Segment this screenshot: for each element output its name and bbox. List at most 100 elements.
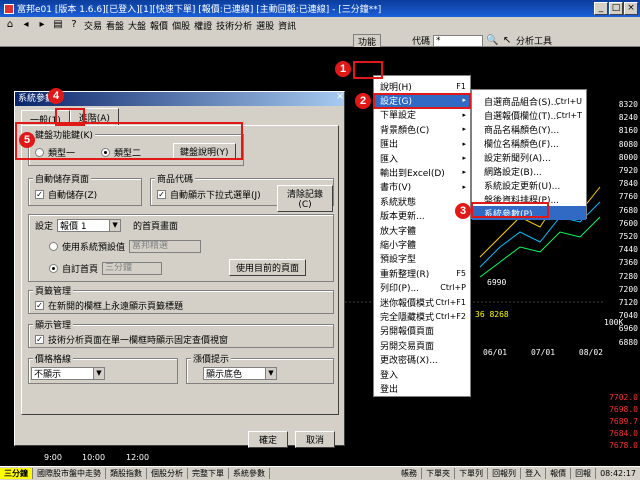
submenu-item[interactable]: 系統設定更新(U)...: [472, 178, 586, 192]
menu-item[interactable]: 迷你報價模式 Ctrl+F1: [374, 295, 470, 309]
menu-screener[interactable]: 選股: [256, 19, 274, 32]
chevron-down-icon[interactable]: ▼: [109, 220, 121, 231]
analysis-tools-button[interactable]: 分析工具: [516, 34, 552, 47]
submenu-item[interactable]: 商品名稱顏色(Y)...: [472, 122, 586, 136]
red-price-tick: 7678.0: [609, 441, 638, 450]
homepage-select[interactable]: 報價 1 ▼: [57, 219, 122, 232]
menu-item[interactable]: 下單設定 ▸: [374, 108, 470, 122]
menu-item[interactable]: 輸出到Excel(D) ▸: [374, 165, 470, 179]
menu-tech[interactable]: 技術分析: [216, 19, 252, 32]
submenu-item[interactable]: 自選報價欄位(T)... Ctrl+T: [472, 108, 586, 122]
menu-info[interactable]: 資訊: [278, 19, 296, 32]
submenu-item[interactable]: 網路設定(B)...: [472, 164, 586, 178]
custom-homepage-radio[interactable]: [49, 264, 58, 273]
menu-item[interactable]: 縮小字體: [374, 237, 470, 251]
menu-item-label: 放大字體: [380, 226, 417, 237]
submenu-item[interactable]: 欄位名稱顏色(F)...: [472, 136, 586, 150]
default-homepage-radio[interactable]: [49, 242, 58, 251]
search-icon[interactable]: 🔍: [486, 35, 498, 47]
axis-tick: 7520: [618, 232, 638, 241]
status-right-item[interactable]: 登入: [521, 468, 547, 479]
red-price-tick: 7689.7: [609, 417, 638, 426]
back-icon[interactable]: ◂: [20, 19, 32, 31]
forward-icon[interactable]: ▸: [36, 19, 48, 31]
auto-dropdown-row[interactable]: ✓ 自動顯示下拉式選單(J): [157, 188, 261, 201]
menu-trade[interactable]: 交易: [84, 19, 102, 32]
status-tab[interactable]: 國際股市盤中走勢: [33, 468, 106, 479]
status-right-item[interactable]: 報價: [546, 468, 572, 479]
menu-item[interactable]: 另開報價頁面: [374, 324, 470, 338]
use-current-page-button[interactable]: 使用目前的頁面: [229, 259, 307, 276]
auto-dropdown-checkbox[interactable]: ✓: [157, 190, 166, 199]
display-checkbox[interactable]: ✓: [35, 335, 44, 344]
close-icon[interactable]: ×: [336, 92, 346, 102]
status-right-item[interactable]: 帳務: [397, 468, 423, 479]
menu-item[interactable]: 預設字型: [374, 252, 470, 266]
menu-item[interactable]: 另開交易頁面: [374, 338, 470, 352]
code-input[interactable]: *: [433, 34, 484, 47]
clear-history-button[interactable]: 清除記錄(C): [277, 185, 333, 212]
status-tab[interactable]: 完整下單: [188, 468, 229, 479]
date-tick: 07/01: [530, 348, 556, 357]
menu-item[interactable]: 重新整理(R) F5: [374, 266, 470, 280]
status-right-item[interactable]: 回報: [571, 468, 597, 479]
up-down-group: 漲價提示 顯示底色 ▼: [186, 352, 334, 384]
homepage-default-row[interactable]: 使用系統預設值 富邦精選: [49, 240, 202, 253]
menu-stock[interactable]: 個股: [172, 19, 190, 32]
menu-item[interactable]: 匯入 ▸: [374, 151, 470, 165]
price-grid-select[interactable]: 不顯示 ▼: [31, 367, 105, 380]
menu-item[interactable]: 書市(V) ▸: [374, 180, 470, 194]
menu-item-shortcut: Ctrl+P: [440, 283, 466, 293]
menu-market[interactable]: 大盤: [128, 19, 146, 32]
status-tab[interactable]: 類股指數: [106, 468, 147, 479]
volume-annotation: 36 8268: [475, 310, 509, 319]
close-window-button[interactable]: ×: [624, 2, 638, 15]
menu-quote[interactable]: 報價: [150, 19, 168, 32]
title-bar: 富邦e01 [版本 1.6.6][已登入][1][快速下單] [報價:已連線] …: [0, 0, 640, 17]
up-down-select[interactable]: 顯示底色 ▼: [203, 367, 277, 380]
display-label: 顯示管理: [33, 318, 74, 331]
submenu-item[interactable]: 設定新聞列(A)...: [472, 150, 586, 164]
help-icon[interactable]: ?: [68, 19, 80, 31]
submenu-item-label: 設定新聞列(A)...: [484, 153, 551, 164]
minimize-button[interactable]: _: [594, 2, 608, 15]
menu-item[interactable]: 登出: [374, 381, 470, 395]
display-row[interactable]: ✓ 技術分析頁面在單一欄框時顯示固定查價視窗: [35, 333, 228, 346]
status-tab[interactable]: 個股分析: [147, 468, 188, 479]
homepage-select-value: 報價 1: [60, 222, 87, 232]
menu-item[interactable]: 列印(P)... Ctrl+P: [374, 281, 470, 295]
auto-save-row[interactable]: ✓ 自動儲存(Z): [35, 188, 97, 201]
menu-watch[interactable]: 看盤: [106, 19, 124, 32]
volume-axis-label: 100K: [604, 318, 624, 327]
cancel-button[interactable]: 取消: [295, 431, 335, 448]
status-right-item[interactable]: 下單夾: [422, 468, 456, 479]
price-annotation: 6990: [487, 278, 507, 287]
menu-item[interactable]: 背景顏色(C) ▸: [374, 122, 470, 136]
menu-item[interactable]: 更改密碼(X)...: [374, 353, 470, 367]
toolbar: ⌂ ◂ ▸ ▤ ? 交易 看盤 大盤 報價 個股 權證 技術分析 選股 資訊 功…: [0, 17, 640, 49]
homepage-custom-row[interactable]: 自訂首頁 三分鐘: [49, 262, 163, 275]
chevron-down-icon[interactable]: ▼: [265, 368, 276, 379]
submenu-item[interactable]: 自選商品組合(S)... Ctrl+U: [472, 94, 586, 108]
status-right-item[interactable]: 下單列: [455, 468, 489, 479]
home-icon[interactable]: ⌂: [4, 19, 16, 31]
page-tab-row[interactable]: ✓ 在新開的欄框上永遠顯示頁籤標題: [35, 299, 183, 312]
ok-button[interactable]: 確定: [248, 431, 288, 448]
print-icon[interactable]: ▤: [52, 19, 64, 31]
maximize-button[interactable]: □: [609, 2, 623, 15]
auto-save-checkbox[interactable]: ✓: [35, 190, 44, 199]
pointer-icon[interactable]: ↖: [501, 35, 513, 47]
menu-item[interactable]: 放大字體: [374, 223, 470, 237]
advanced-tab-pane: 鍵盤功能鍵(K) 類型一 類型二 鍵盤說明(Y) 自動儲存頁面 ✓ 自動儲存(Z…: [21, 125, 339, 415]
chevron-down-icon[interactable]: ▼: [93, 368, 104, 379]
menu-item[interactable]: 匯出 ▸: [374, 137, 470, 151]
menu-item[interactable]: 說明(H) F1: [374, 79, 470, 93]
page-tab-checkbox[interactable]: ✓: [35, 301, 44, 310]
menu-warrant[interactable]: 權證: [194, 19, 212, 32]
status-tab[interactable]: 系統參數: [229, 468, 270, 479]
menu-item-label: 登入: [380, 370, 399, 381]
status-right-item[interactable]: 回報列: [488, 468, 522, 479]
menu-item[interactable]: 登入: [374, 367, 470, 381]
menu-item[interactable]: 完全隱藏模式 Ctrl+F2: [374, 309, 470, 323]
status-tab[interactable]: 三分鐘: [0, 468, 33, 479]
